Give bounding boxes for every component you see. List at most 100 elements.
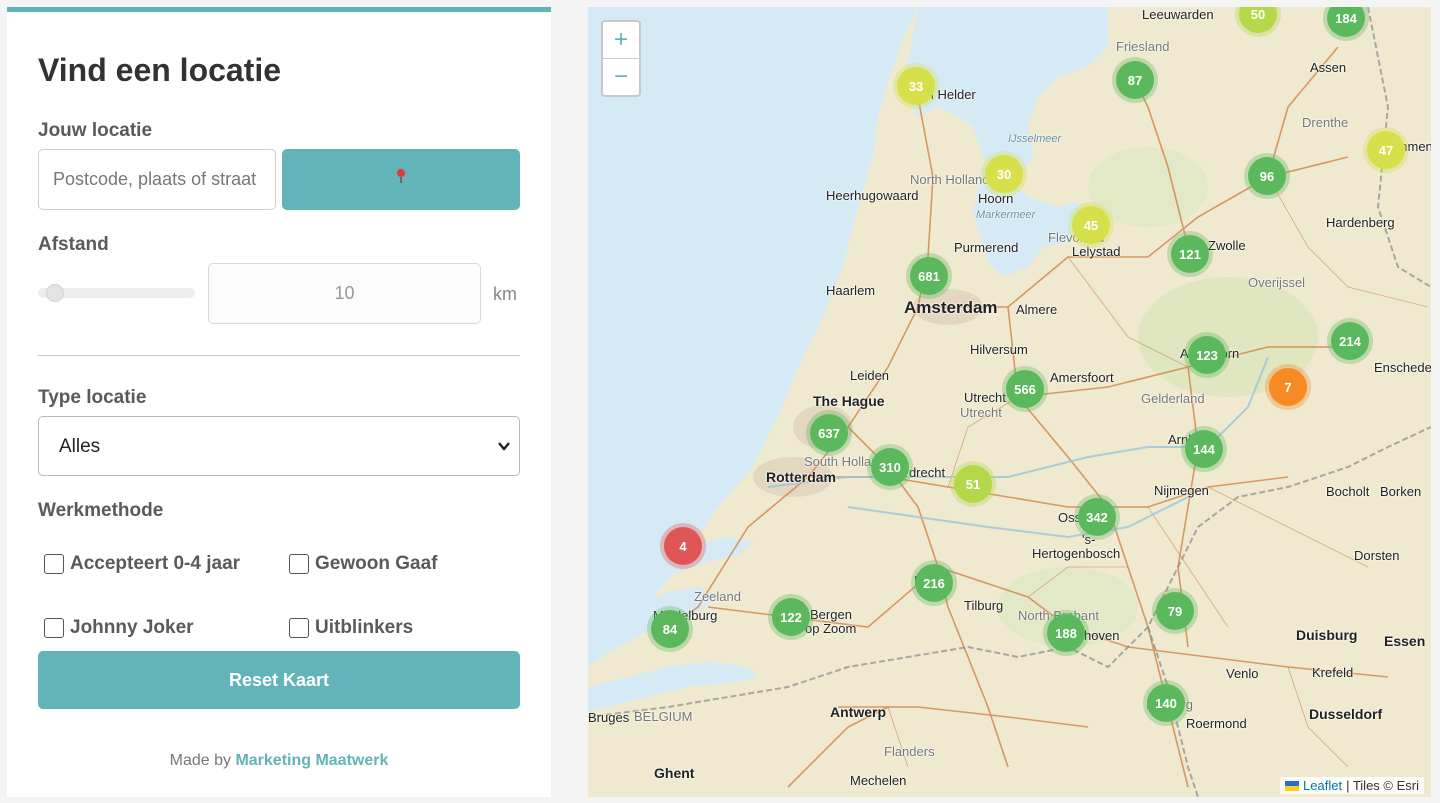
place-label: Bruges: [588, 710, 630, 725]
type-select[interactable]: Alles: [38, 416, 520, 476]
cluster-count: 79: [1167, 603, 1183, 619]
map-pin-icon: [397, 169, 405, 183]
reset-map-button[interactable]: Reset Kaart: [38, 651, 520, 709]
type-select-value: Alles: [59, 436, 101, 457]
checkbox-label: Uitblinkers: [315, 617, 414, 638]
zoom-in-button[interactable]: +: [603, 22, 639, 58]
credit-prefix: Made by: [169, 752, 231, 769]
divider: [38, 355, 520, 356]
place-label: Zwolle: [1208, 238, 1246, 253]
credit-link[interactable]: Marketing Maatwerk: [235, 752, 388, 769]
cluster-count: 87: [1127, 72, 1143, 88]
marker-cluster[interactable]: 681: [910, 257, 948, 295]
place-label: Enschede: [1374, 360, 1431, 375]
distance-slider-handle[interactable]: [45, 284, 64, 302]
place-label: Hoorn: [978, 191, 1014, 206]
marker-cluster[interactable]: 96: [1248, 157, 1286, 195]
checkbox-label: Gewoon Gaaf: [315, 553, 438, 574]
marker-cluster[interactable]: 79: [1156, 592, 1194, 630]
cluster-count: 214: [1339, 333, 1361, 349]
map-attribution: Leaflet | Tiles © Esri: [1280, 777, 1424, 794]
marker-cluster[interactable]: 188: [1047, 614, 1085, 652]
distance-slider[interactable]: [38, 284, 195, 302]
marker-cluster[interactable]: 214: [1331, 322, 1369, 360]
marker-cluster[interactable]: 637: [810, 414, 848, 452]
place-label: Purmerend: [954, 240, 1019, 255]
place-label: Venlo: [1226, 666, 1259, 681]
checkbox-uitblinkers[interactable]: Uitblinkers: [289, 617, 413, 639]
place-label: Overijssel: [1248, 275, 1306, 290]
cluster-count: 144: [1193, 441, 1215, 457]
place-label: Utrecht: [960, 405, 1002, 420]
cluster-count: 342: [1086, 509, 1108, 525]
cluster-count: 45: [1083, 217, 1099, 233]
checkbox-box[interactable]: [44, 554, 64, 574]
marker-cluster[interactable]: 7: [1269, 368, 1307, 406]
cluster-count: 7: [1284, 379, 1292, 395]
place-label: North Holland: [910, 172, 990, 187]
place-label: Essen: [1384, 633, 1426, 649]
place-label: Zeeland: [694, 589, 741, 604]
cluster-count: 216: [923, 575, 945, 591]
distance-unit: km: [493, 284, 517, 304]
marker-cluster[interactable]: 47: [1367, 131, 1405, 169]
method-label: Werkmethode: [38, 500, 164, 521]
marker-cluster[interactable]: 122: [772, 598, 810, 636]
marker-cluster[interactable]: 87: [1116, 61, 1154, 99]
map[interactable]: Friesland Assen Drenthe Emmen Den Helder IJss…: [588, 7, 1431, 797]
place-label: Dusseldorf: [1309, 706, 1383, 722]
panel-title: Vind een locatie: [38, 52, 282, 88]
distance-input[interactable]: [208, 263, 481, 324]
marker-cluster[interactable]: 33: [897, 67, 935, 105]
tiles-credit: | Tiles © Esri: [1346, 778, 1419, 793]
cluster-count: 140: [1155, 695, 1177, 711]
cluster-count: 47: [1378, 142, 1394, 158]
checkbox-box[interactable]: [44, 618, 64, 638]
marker-cluster[interactable]: 342: [1078, 498, 1116, 536]
checkbox-box[interactable]: [289, 554, 309, 574]
place-label: Tilburg: [964, 598, 1004, 613]
place-label: Hertogenbosch: [1032, 546, 1121, 561]
chevron-down-icon: [498, 442, 510, 451]
place-label: The Hague: [813, 393, 885, 409]
marker-cluster[interactable]: 51: [954, 465, 992, 503]
cluster-count: 188: [1055, 625, 1077, 641]
marker-cluster[interactable]: 140: [1147, 684, 1185, 722]
marker-cluster[interactable]: 144: [1185, 430, 1223, 468]
place-label: Amersfoort: [1050, 370, 1114, 385]
location-input[interactable]: [38, 149, 276, 210]
search-panel: Vind een locatie Jouw locatie Afstand km…: [7, 7, 551, 797]
checkbox-label: Johnny Joker: [70, 617, 194, 638]
leaflet-link[interactable]: Leaflet: [1303, 778, 1342, 793]
marker-cluster[interactable]: 216: [915, 564, 953, 602]
place-label: Bergen: [810, 607, 852, 622]
cluster-count: 637: [818, 425, 840, 441]
cluster-count: 122: [780, 609, 802, 625]
place-label: BELGIUM: [634, 709, 693, 724]
place-label: Hardenberg: [1326, 215, 1395, 230]
checkbox-johnny-joker[interactable]: Johnny Joker: [44, 617, 194, 639]
checkbox-label: Accepteert 0-4 jaar: [70, 553, 241, 574]
marker-cluster[interactable]: 310: [871, 448, 909, 486]
place-label: Haarlem: [826, 283, 876, 298]
place-label: Mechelen: [850, 773, 907, 788]
checkbox-accepteert[interactable]: Accepteert 0-4 jaar: [44, 553, 240, 575]
checkbox-gewoon-gaaf[interactable]: Gewoon Gaaf: [289, 553, 437, 575]
place-label: Borken: [1380, 484, 1422, 499]
cluster-count: 51: [965, 476, 981, 492]
marker-cluster[interactable]: 4: [664, 527, 702, 565]
marker-cluster[interactable]: 45: [1072, 206, 1110, 244]
zoom-control: + −: [601, 20, 641, 97]
place-label: Assen: [1310, 60, 1347, 75]
marker-cluster[interactable]: 123: [1188, 336, 1226, 374]
locate-me-button[interactable]: [282, 149, 520, 210]
checkbox-box[interactable]: [289, 618, 309, 638]
marker-cluster[interactable]: 30: [985, 155, 1023, 193]
marker-cluster[interactable]: 566: [1006, 370, 1044, 408]
marker-cluster[interactable]: 121: [1171, 235, 1209, 273]
cluster-count: 33: [908, 78, 924, 94]
place-label: Amsterdam: [904, 298, 998, 317]
marker-cluster[interactable]: 84: [651, 610, 689, 648]
zoom-out-button[interactable]: −: [603, 59, 639, 95]
cluster-count: 310: [879, 459, 901, 475]
